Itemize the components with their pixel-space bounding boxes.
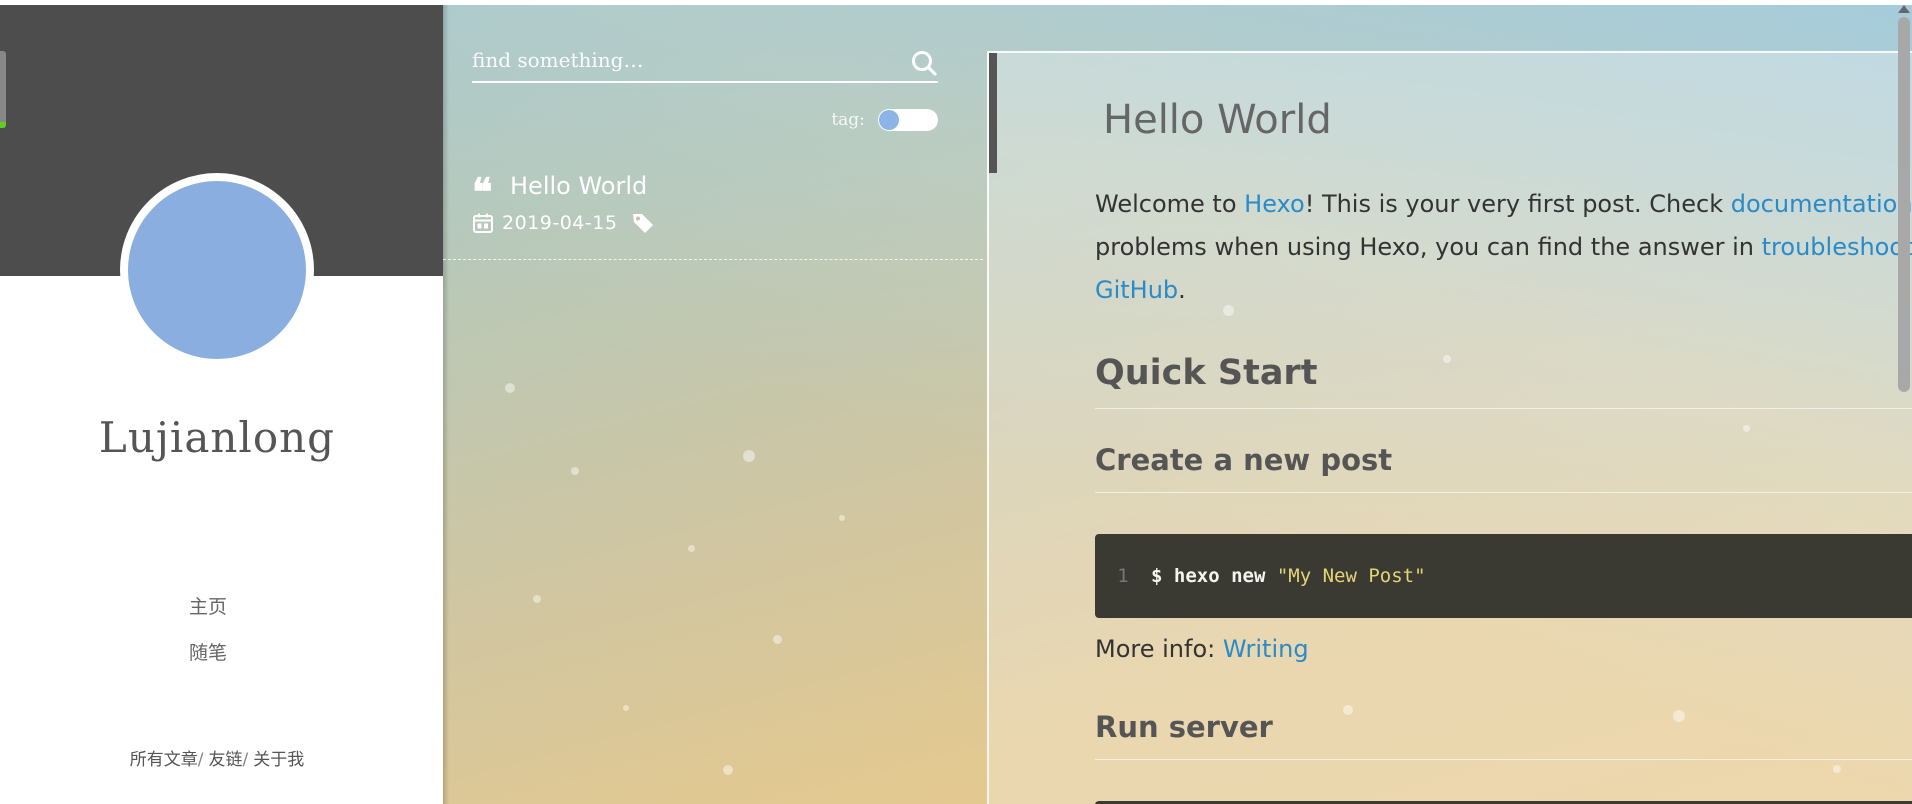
link-github[interactable]: GitHub <box>1095 276 1178 304</box>
page-scrollbar[interactable] <box>1896 5 1912 804</box>
footer-link-all-posts[interactable]: 所有文章 <box>130 750 198 770</box>
tag-filter-label: tag: <box>831 110 865 130</box>
intro-line-1: Welcome to Hexo! This is your very first… <box>1095 183 1912 226</box>
link-writing[interactable]: Writing <box>1223 635 1309 663</box>
footer-link-friends[interactable]: 友链 <box>209 750 243 770</box>
more-info: More info: Writing <box>1095 635 1309 663</box>
article-title: Hello World <box>1103 97 1332 143</box>
intro-text: problems when using Hexo, you can find t… <box>1095 233 1762 261</box>
code-line-number: 1 <box>1117 565 1129 587</box>
quote-icon: ❝ <box>472 169 493 214</box>
scroll-up-arrow[interactable] <box>1898 5 1910 13</box>
code-string: "My New Post" <box>1276 565 1426 587</box>
avatar <box>120 173 314 367</box>
calendar-icon <box>473 213 493 233</box>
article-panel: Hello World Welcome to Hexo! This is you… <box>987 51 1912 804</box>
footer-link-about[interactable]: 关于我 <box>253 750 304 770</box>
post-list-item[interactable]: ❝ Hello World 2019-04-15 <box>443 168 983 260</box>
nav-item-essays[interactable]: 随笔 <box>0 638 416 684</box>
link-troubleshooting[interactable]: troubleshooti <box>1762 233 1912 261</box>
link-documentation[interactable]: documentation <box>1731 190 1912 218</box>
scroll-thumb[interactable] <box>1898 17 1910 392</box>
more-info-label: More info: <box>1095 635 1223 663</box>
search-box <box>472 43 938 83</box>
toggle-knob <box>879 110 899 130</box>
post-title-row: ❝ Hello World <box>472 168 647 211</box>
main-nav: 主页 随笔 <box>0 592 416 684</box>
post-date: 2019-04-15 <box>502 212 618 234</box>
footer-separator: / <box>242 750 249 770</box>
footer-links: 所有文章/友链/关于我 <box>0 745 434 770</box>
heading-create-post: Create a new post <box>1095 443 1912 493</box>
nav-item-home[interactable]: 主页 <box>0 592 416 638</box>
tag-filter: tag: <box>443 109 938 139</box>
code-block: 1 $ hexo new "My New Post" <box>1095 534 1912 618</box>
heading-quick-start: Quick Start <box>1095 353 1912 409</box>
tag-icon[interactable] <box>631 211 655 235</box>
article-intro: Welcome to Hexo! This is your very first… <box>1095 183 1912 312</box>
tag-filter-toggle[interactable] <box>878 109 938 131</box>
code-command: $ hexo new <box>1151 565 1277 587</box>
author-name: Lujianlong <box>98 413 336 462</box>
search-icon[interactable] <box>910 49 938 77</box>
intro-line-3: GitHub. <box>1095 269 1912 312</box>
side-tab-handle[interactable] <box>0 51 6 128</box>
search-input[interactable] <box>472 43 892 77</box>
post-meta: 2019-04-15 <box>472 210 655 236</box>
intro-text: ! This is your very first post. Check <box>1304 190 1731 218</box>
footer-separator: / <box>197 750 204 770</box>
intro-line-2: problems when using Hexo, you can find t… <box>1095 226 1912 269</box>
post-title[interactable]: Hello World <box>510 172 647 200</box>
profile-sidebar: Lujianlong 主页 随笔 所有文章/友链/关于我 <box>0 5 443 804</box>
link-hexo[interactable]: Hexo <box>1244 190 1305 218</box>
post-list-column: tag: ❝ Hello World 2019-04-15 <box>443 5 983 804</box>
heading-run-server: Run server <box>1095 710 1912 760</box>
intro-text: Welcome to <box>1095 190 1245 218</box>
intro-text: . <box>1178 276 1186 304</box>
article-marker <box>989 53 997 173</box>
